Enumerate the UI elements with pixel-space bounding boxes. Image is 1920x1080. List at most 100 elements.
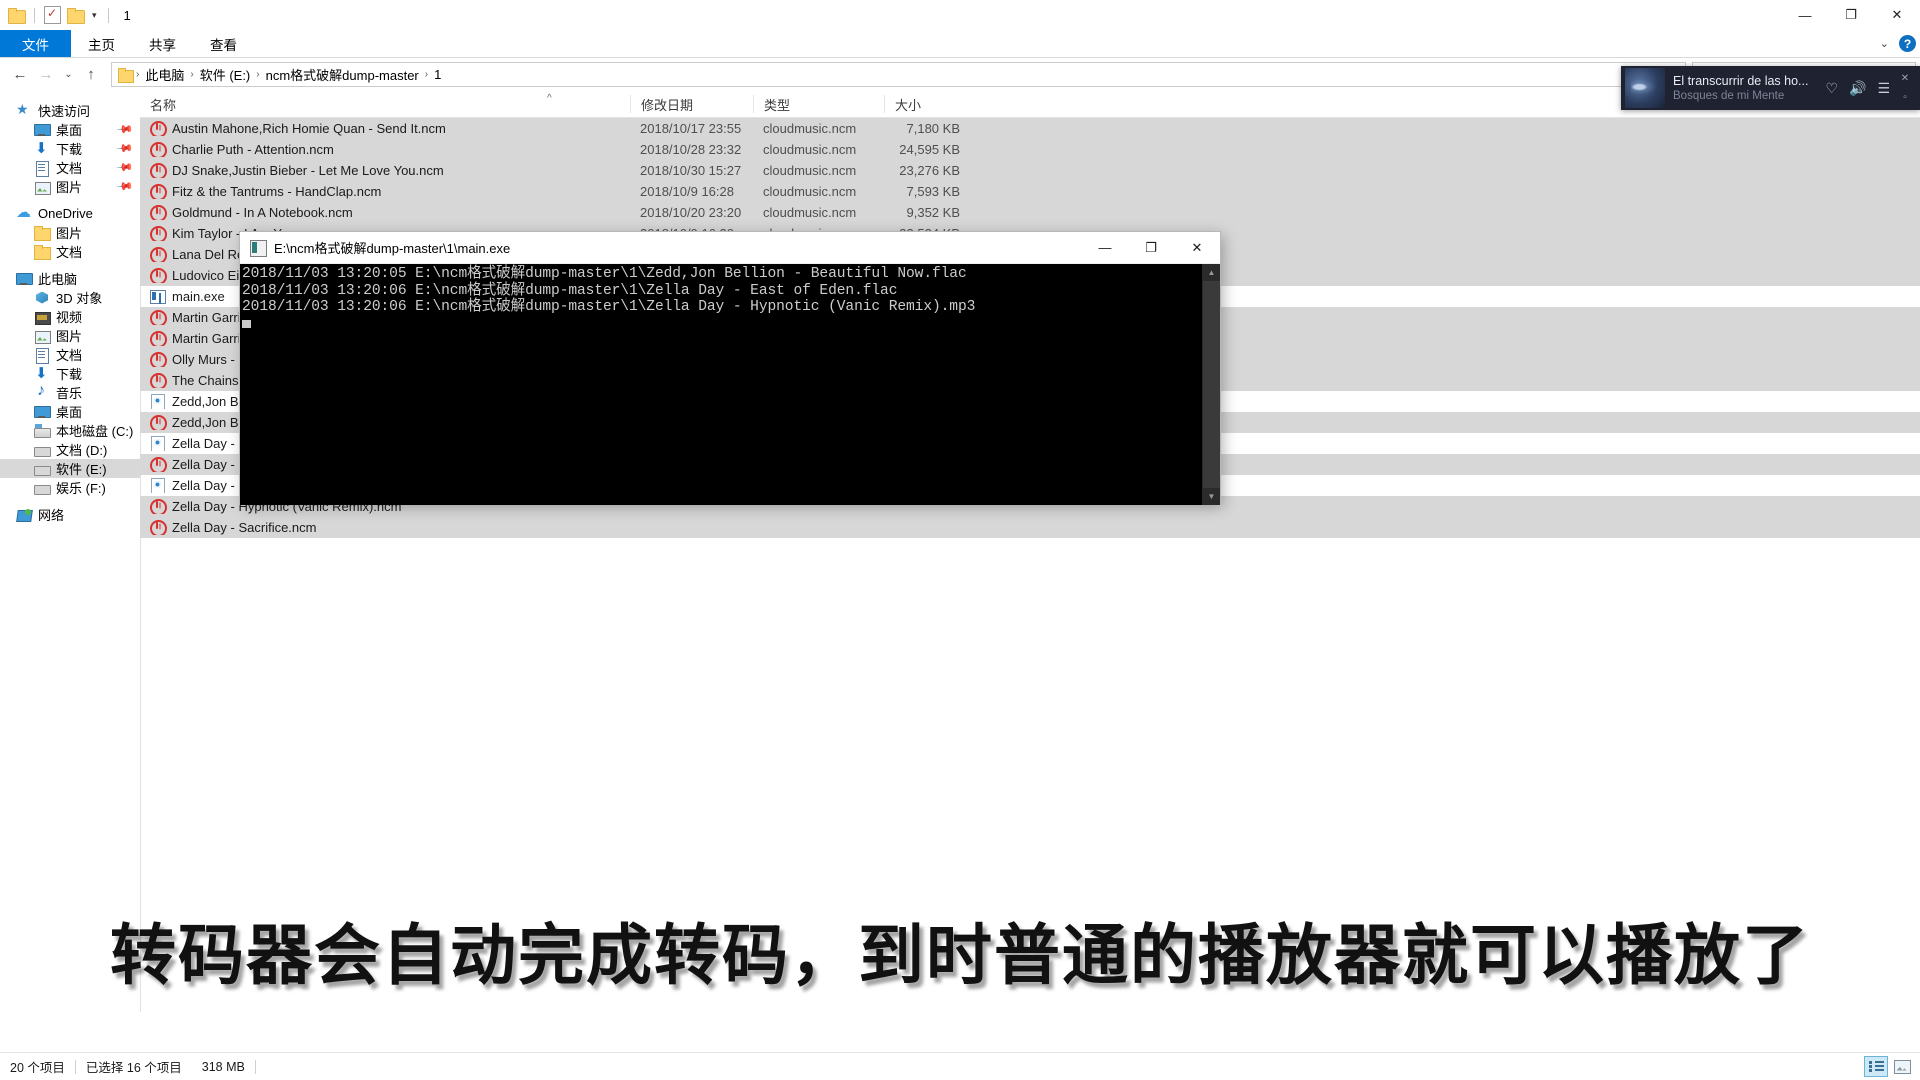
breadcrumb[interactable]: › 此电脑 › 软件 (E:) › ncm格式破解dump-master › 1… — [111, 62, 1686, 87]
pin-icon: 📌 — [115, 120, 134, 139]
nav-item-pc-downloads[interactable]: 下载 — [0, 364, 140, 383]
videos-icon — [34, 309, 51, 325]
file-date-cell: 2018/10/9 16:28 — [640, 184, 734, 199]
console-line: 2018/11/03 13:20:06 E:\ncm格式破解dump-maste… — [242, 282, 898, 299]
console-maximize-button[interactable]: ❐ — [1128, 232, 1174, 263]
column-header-size[interactable]: 大小 — [884, 95, 968, 113]
tab-home[interactable]: 主页 — [71, 30, 132, 57]
close-button[interactable]: ✕ — [1874, 0, 1920, 30]
up-button[interactable]: ↑ — [79, 63, 103, 87]
maximize-button[interactable]: ❐ — [1828, 0, 1874, 30]
file-name-label: Zella Day - Sacrifice.ncm — [172, 520, 317, 535]
nav-group-network[interactable]: 网络 — [0, 505, 140, 524]
nav-item-label: 文档 — [56, 348, 83, 363]
minimize-button[interactable]: — — [1782, 0, 1828, 30]
file-name-label: main.exe — [172, 289, 225, 304]
playlist-icon[interactable]: ☰ — [1877, 80, 1890, 97]
tab-file[interactable]: 文件 — [0, 30, 71, 57]
music-icon — [34, 382, 50, 401]
table-row[interactable]: Austin Mahone,Rich Homie Quan - Send It.… — [140, 118, 1920, 139]
table-row[interactable]: Fitz & the Tantrums - HandClap.ncm 2018/1… — [140, 181, 1920, 202]
nav-item-label: 视频 — [56, 310, 83, 325]
table-row[interactable]: Goldmund - In A Notebook.ncm 2018/10/20 2… — [140, 202, 1920, 223]
scroll-down-icon[interactable]: ▼ — [1203, 488, 1220, 505]
console-title-bar[interactable]: E:\ncm格式破解dump-master\1\main.exe — ❐ ✕ — [240, 232, 1220, 264]
console-minimize-button[interactable]: — — [1082, 232, 1128, 263]
nav-group-quick-access[interactable]: 快速访问 — [0, 101, 140, 120]
player-window-controls: ✕ ▫ — [1894, 73, 1920, 103]
nav-group-onedrive[interactable]: OneDrive — [0, 203, 140, 223]
pin-icon: 📌 — [115, 177, 134, 196]
track-title: El transcurrir de las ho... — [1673, 74, 1809, 88]
recent-locations-icon[interactable]: ⌄ — [60, 63, 77, 87]
nav-item-3d-objects[interactable]: 3D 对象 — [0, 288, 140, 307]
audio-file-icon — [150, 436, 165, 451]
tab-view[interactable]: 查看 — [193, 30, 254, 57]
console-close-button[interactable]: ✕ — [1174, 232, 1220, 263]
nav-item-drive-e[interactable]: 软件 (E:) — [0, 459, 140, 478]
column-header-name[interactable]: 名称 — [140, 95, 630, 113]
nav-item-pc-documents[interactable]: 文档 — [0, 345, 140, 364]
nav-item-label: 文档 — [56, 161, 83, 176]
folder-icon[interactable] — [8, 8, 26, 24]
column-header-type[interactable]: 类型 — [753, 95, 884, 113]
nav-item-drive-f[interactable]: 娱乐 (F:) — [0, 478, 140, 497]
console-body[interactable]: 2018/11/03 13:20:05 E:\ncm格式破解dump-maste… — [240, 264, 1220, 505]
large-icons-view-icon[interactable] — [1890, 1056, 1914, 1077]
nav-item-music[interactable]: 音乐 — [0, 382, 140, 402]
tab-share[interactable]: 共享 — [132, 30, 193, 57]
console-caret-line — [242, 316, 1202, 333]
console-line: 2018/11/03 13:20:05 E:\ncm格式破解dump-maste… — [242, 266, 967, 282]
new-folder-icon[interactable] — [67, 8, 85, 24]
nav-item-pc-desktop[interactable]: 桌面 — [0, 402, 140, 421]
table-row[interactable]: DJ Snake,Justin Bieber - Let Me Love You… — [140, 160, 1920, 181]
window-controls: — ❐ ✕ — [1782, 0, 1920, 30]
view-mode-buttons — [1864, 1056, 1914, 1077]
nav-item-videos[interactable]: 视频 — [0, 307, 140, 326]
status-item-count: 20 个项目 — [10, 1061, 65, 1075]
nav-item-drive-d[interactable]: 文档 (D:) — [0, 440, 140, 459]
nav-item-onedrive-documents[interactable]: 文档 — [0, 242, 140, 261]
forward-button[interactable]: → — [34, 63, 58, 87]
breadcrumb-item-this-pc[interactable]: 此电脑 — [139, 65, 190, 84]
console-scrollbar[interactable]: ▲ ▼ — [1202, 264, 1220, 505]
drive-icon — [34, 442, 51, 458]
favorite-icon[interactable]: ♡ — [1825, 80, 1838, 97]
help-icon[interactable]: ? — [1899, 35, 1916, 52]
star-icon — [16, 101, 32, 119]
nav-item-downloads[interactable]: 下载 📌 — [0, 139, 140, 158]
documents-icon — [34, 347, 50, 364]
volume-icon[interactable]: 🔊 — [1849, 80, 1866, 97]
breadcrumb-item-dump-master[interactable]: ncm格式破解dump-master — [260, 65, 425, 84]
player-close-icon[interactable]: ✕ — [1901, 73, 1909, 84]
media-player-overlay: El transcurrir de las ho... Bosques de m… — [1621, 66, 1920, 110]
scrollbar-thumb[interactable] — [1203, 281, 1220, 488]
console-title: E:\ncm格式破解dump-master\1\main.exe — [274, 241, 511, 256]
nav-item-desktop[interactable]: 桌面 📌 — [0, 120, 140, 139]
nav-item-onedrive-pictures[interactable]: 图片 — [0, 223, 140, 242]
player-restore-icon[interactable]: ▫ — [1903, 92, 1907, 103]
back-button[interactable]: ← — [8, 63, 32, 87]
breadcrumb-item-1[interactable]: 1 — [428, 67, 447, 82]
table-row[interactable]: Charlie Puth - Attention.ncm 2018/10/28 2… — [140, 139, 1920, 160]
nav-item-documents[interactable]: 文档 📌 — [0, 158, 140, 177]
scroll-up-icon[interactable]: ▲ — [1203, 264, 1220, 281]
nav-item-pictures[interactable]: 图片 📌 — [0, 177, 140, 196]
file-name-cell: Goldmund - In A Notebook.ncm — [140, 205, 630, 220]
status-selection-count: 已选择 16 个项目 — [85, 1061, 182, 1075]
details-view-icon[interactable] — [1864, 1056, 1888, 1077]
chevron-down-icon[interactable]: ⌄ — [1880, 37, 1889, 50]
ncm-file-icon — [150, 226, 167, 241]
nav-group-label: OneDrive — [38, 206, 93, 221]
table-row[interactable]: Zella Day - Sacrifice.ncm — [140, 517, 1920, 538]
customize-dropdown-icon[interactable]: ▾ — [90, 10, 99, 21]
window-title: 1 — [123, 7, 131, 23]
nav-group-this-pc[interactable]: 此电脑 — [0, 269, 140, 288]
file-name-cell: DJ Snake,Justin Bieber - Let Me Love You… — [140, 163, 630, 178]
properties-icon[interactable] — [44, 5, 61, 24]
column-header-date[interactable]: 修改日期 — [630, 95, 753, 113]
nav-item-drive-c[interactable]: 本地磁盘 (C:) — [0, 421, 140, 440]
nav-item-pc-pictures[interactable]: 图片 — [0, 326, 140, 345]
breadcrumb-folder-icon — [118, 68, 134, 83]
breadcrumb-item-drive-e[interactable]: 软件 (E:) — [194, 65, 257, 84]
